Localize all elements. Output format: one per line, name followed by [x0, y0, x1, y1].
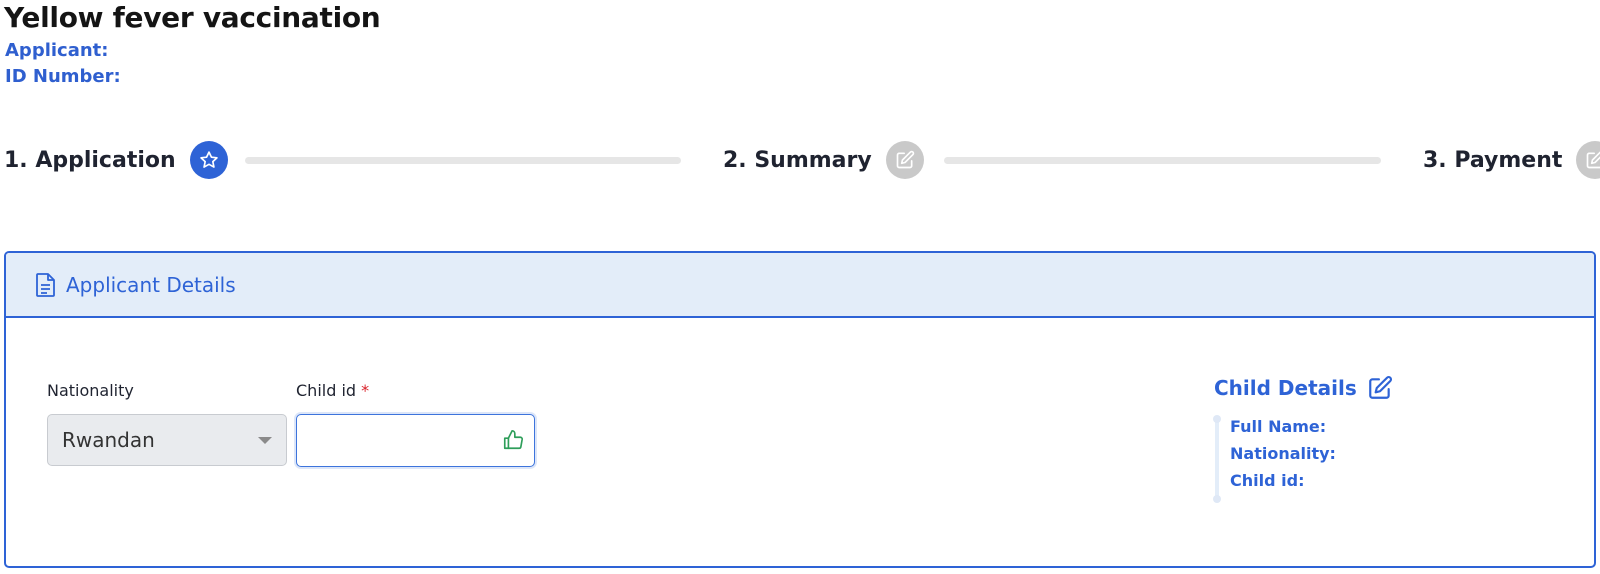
child-id-label: Child id *	[296, 381, 369, 400]
timeline-rail	[1215, 419, 1219, 499]
required-mark: *	[361, 381, 370, 400]
child-id-field[interactable]	[296, 414, 535, 467]
thumbs-up-icon	[503, 430, 523, 450]
child-id-label-text: Child id	[296, 381, 357, 400]
step-connector	[245, 157, 681, 164]
child-id-input[interactable]	[297, 415, 487, 463]
step-application[interactable]: 1. Application	[4, 140, 228, 180]
card-header: Applicant Details	[6, 253, 1594, 318]
edit-icon	[896, 150, 914, 169]
edit-icon[interactable]	[1367, 375, 1393, 401]
step-connector	[944, 157, 1381, 164]
child-details-list: Full Name: Nationality: Child id:	[1213, 415, 1455, 503]
page: Yellow fever vaccination Applicant: ID N…	[0, 0, 1600, 574]
id-number-label: ID Number:	[5, 66, 121, 87]
caret-down-icon	[258, 437, 272, 444]
child-full-name-label: Full Name:	[1230, 417, 1327, 436]
star-icon	[199, 151, 218, 168]
nationality-selected-value: Rwandan	[62, 428, 155, 452]
step-payment-label: 3. Payment	[1423, 147, 1563, 173]
step-summary-label: 2. Summary	[723, 147, 872, 173]
child-details-header: Child Details	[1214, 375, 1393, 401]
step-application-indicator	[189, 141, 228, 179]
edit-icon	[1587, 151, 1600, 169]
timeline-dot	[1213, 495, 1221, 503]
timeline-dot	[1213, 415, 1221, 423]
step-payment-indicator	[1576, 141, 1600, 179]
applicant-details-card: Applicant Details Nationality Child id *…	[4, 251, 1596, 568]
child-nationality-label: Nationality:	[1230, 444, 1336, 463]
step-summary-indicator	[885, 141, 924, 179]
nationality-select[interactable]: Rwandan	[47, 414, 287, 466]
page-title: Yellow fever vaccination	[4, 1, 381, 34]
step-summary[interactable]: 2. Summary	[723, 140, 924, 180]
applicant-label: Applicant:	[5, 40, 109, 61]
step-application-label: 1. Application	[4, 147, 176, 173]
child-id-detail-label: Child id:	[1230, 471, 1305, 490]
card-title: Applicant Details	[66, 272, 236, 297]
nationality-label: Nationality	[47, 381, 134, 400]
document-icon	[36, 272, 55, 297]
step-payment[interactable]: 3. Payment	[1423, 140, 1600, 180]
child-details-title: Child Details	[1214, 376, 1357, 400]
